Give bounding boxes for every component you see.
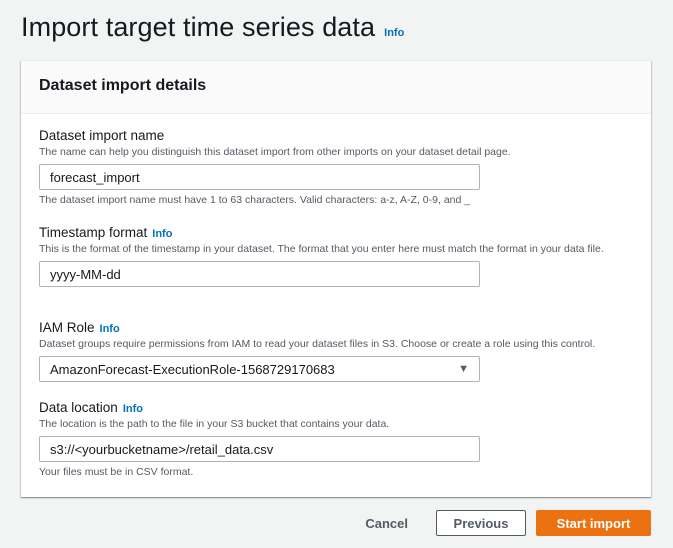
start-import-button[interactable]: Start import bbox=[536, 510, 651, 536]
form-actions: Cancel Previous Start import bbox=[365, 510, 651, 536]
cancel-button[interactable]: Cancel bbox=[365, 516, 408, 531]
import-page: Import target time series data Info Data… bbox=[0, 0, 673, 548]
page-info-link[interactable]: Info bbox=[384, 27, 404, 39]
timestamp-format-label-text: Timestamp format bbox=[39, 225, 148, 240]
page-title: Import target time series data bbox=[21, 12, 376, 42]
iam-role-label-text: IAM Role bbox=[39, 320, 95, 335]
data-location-constraint: Your files must be in CSV format. bbox=[39, 466, 194, 478]
dataset-import-name-label-text: Dataset import name bbox=[39, 128, 165, 143]
timestamp-format-label: Timestamp format Info bbox=[39, 225, 634, 240]
dataset-import-name-label: Dataset import name bbox=[39, 128, 634, 143]
iam-role-label: IAM Role Info bbox=[39, 320, 634, 335]
page-header: Import target time series data Info bbox=[21, 12, 404, 43]
panel-title: Dataset import details bbox=[39, 77, 207, 94]
caret-down-icon: ▼ bbox=[458, 363, 469, 375]
iam-role-description: Dataset groups require permissions from … bbox=[39, 338, 596, 350]
data-location-field: Data location Info The location is the p… bbox=[39, 400, 634, 478]
data-location-input[interactable]: s3://<yourbucketname>/retail_data.csv bbox=[39, 436, 480, 462]
timestamp-format-value: yyyy-MM-dd bbox=[50, 266, 121, 282]
dataset-import-name-input[interactable]: forecast_import bbox=[39, 164, 480, 190]
panel-header: Dataset import details bbox=[21, 61, 651, 114]
dataset-import-name-value: forecast_import bbox=[50, 169, 140, 185]
iam-role-select[interactable]: AmazonForecast-ExecutionRole-15687291706… bbox=[39, 356, 480, 382]
dataset-import-name-description: The name can help you distinguish this d… bbox=[39, 146, 511, 158]
data-location-description: The location is the path to the file in … bbox=[39, 418, 390, 430]
timestamp-format-info-link[interactable]: Info bbox=[152, 228, 172, 240]
data-location-value: s3://<yourbucketname>/retail_data.csv bbox=[50, 441, 274, 457]
iam-role-field: IAM Role Info Dataset groups require per… bbox=[39, 320, 634, 382]
dataset-import-details-panel: Dataset import details Dataset import na… bbox=[21, 60, 651, 497]
data-location-label-text: Data location bbox=[39, 400, 118, 415]
iam-role-value: AmazonForecast-ExecutionRole-15687291706… bbox=[50, 361, 335, 377]
dataset-import-name-field: Dataset import name The name can help yo… bbox=[39, 128, 634, 206]
dataset-import-name-constraint: The dataset import name must have 1 to 6… bbox=[39, 194, 471, 206]
data-location-label: Data location Info bbox=[39, 400, 634, 415]
timestamp-format-description: This is the format of the timestamp in y… bbox=[39, 243, 604, 255]
timestamp-format-field: Timestamp format Info This is the format… bbox=[39, 225, 634, 287]
previous-button[interactable]: Previous bbox=[436, 510, 526, 536]
iam-role-info-link[interactable]: Info bbox=[100, 323, 120, 335]
timestamp-format-input[interactable]: yyyy-MM-dd bbox=[39, 261, 480, 287]
data-location-info-link[interactable]: Info bbox=[123, 403, 143, 415]
